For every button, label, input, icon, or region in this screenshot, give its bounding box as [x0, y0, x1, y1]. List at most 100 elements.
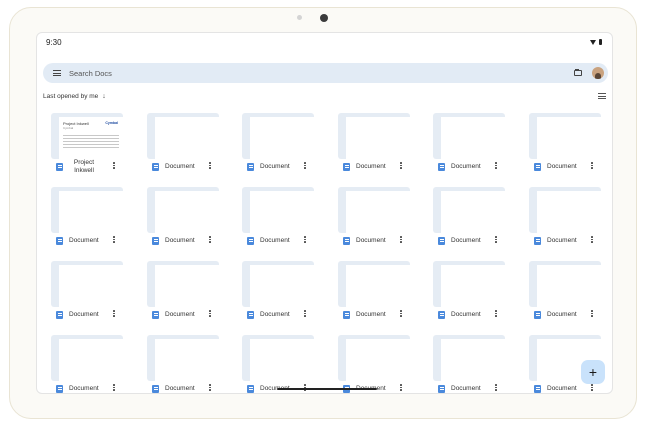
document-title: Document: [69, 311, 99, 318]
document-card[interactable]: Document: [334, 335, 414, 393]
document-title: Document: [356, 163, 386, 170]
document-title: Document: [69, 237, 99, 244]
document-thumbnail[interactable]: [147, 335, 219, 381]
more-options-icon[interactable]: [113, 236, 115, 243]
document-card[interactable]: Document: [429, 261, 509, 333]
more-options-icon[interactable]: [495, 236, 497, 243]
document-card[interactable]: Document: [525, 187, 605, 259]
more-options-icon[interactable]: [113, 162, 115, 169]
docs-file-icon: [438, 311, 445, 319]
document-card[interactable]: Document: [47, 335, 127, 393]
document-card[interactable]: Document: [238, 187, 318, 259]
document-thumbnail[interactable]: Project Inkwell Cymbal Cymbal: [51, 113, 123, 159]
more-options-icon[interactable]: [113, 310, 115, 317]
document-thumbnail[interactable]: [338, 113, 410, 159]
avatar[interactable]: [592, 67, 604, 79]
arrow-down-icon[interactable]: ↓: [102, 93, 106, 100]
document-page-preview: [441, 117, 505, 159]
document-thumbnail[interactable]: [51, 261, 123, 307]
sort-label[interactable]: Last opened by me: [43, 93, 98, 100]
document-thumbnail[interactable]: [242, 113, 314, 159]
more-options-icon[interactable]: [591, 236, 593, 243]
list-view-icon[interactable]: [598, 93, 606, 99]
document-thumbnail[interactable]: [433, 335, 505, 381]
document-thumbnail[interactable]: [433, 261, 505, 307]
document-card[interactable]: Document: [238, 113, 318, 185]
docs-file-icon: [534, 163, 541, 171]
document-thumbnail[interactable]: [51, 335, 123, 381]
document-card[interactable]: Document: [429, 113, 509, 185]
document-thumbnail[interactable]: [529, 113, 601, 159]
docs-file-icon: [152, 163, 159, 171]
more-options-icon[interactable]: [495, 310, 497, 317]
sensor-dot: [297, 15, 302, 20]
more-options-icon[interactable]: [304, 236, 306, 243]
document-thumbnail[interactable]: [147, 187, 219, 233]
docs-file-icon: [152, 237, 159, 245]
docs-file-icon: [56, 385, 63, 393]
more-options-icon[interactable]: [209, 384, 211, 391]
document-page-preview: [441, 265, 505, 307]
more-options-icon[interactable]: [591, 162, 593, 169]
document-card[interactable]: Document: [334, 261, 414, 333]
document-card[interactable]: Document: [429, 335, 509, 393]
document-card[interactable]: Document: [334, 187, 414, 259]
status-time: 9:30: [46, 38, 62, 47]
document-card[interactable]: Document: [525, 261, 605, 333]
document-thumbnail[interactable]: [147, 113, 219, 159]
document-thumbnail[interactable]: [51, 187, 123, 233]
search-input[interactable]: Search Docs: [69, 69, 574, 78]
document-card[interactable]: Document: [238, 261, 318, 333]
document-title: Document: [260, 163, 290, 170]
folder-icon[interactable]: [574, 69, 582, 76]
document-thumbnail[interactable]: [242, 335, 314, 381]
more-options-icon[interactable]: [304, 310, 306, 317]
sort-control[interactable]: Last opened by me ↓: [43, 93, 106, 100]
more-options-icon[interactable]: [400, 162, 402, 169]
new-document-button[interactable]: +: [581, 360, 605, 384]
search-bar[interactable]: Search Docs: [43, 63, 608, 83]
more-options-icon[interactable]: [591, 310, 593, 317]
home-indicator[interactable]: [277, 388, 377, 390]
more-options-icon[interactable]: [400, 384, 402, 391]
document-page-preview: [155, 265, 219, 307]
document-thumbnail[interactable]: [433, 187, 505, 233]
menu-icon[interactable]: [53, 70, 61, 76]
more-options-icon[interactable]: [209, 162, 211, 169]
document-card[interactable]: Project Inkwell Cymbal Cymbal Project Inkwe…: [47, 113, 127, 185]
docs-file-icon: [56, 311, 63, 319]
docs-file-icon: [56, 237, 63, 245]
more-options-icon[interactable]: [304, 162, 306, 169]
document-card[interactable]: Document: [143, 335, 223, 393]
docs-file-icon: [438, 385, 445, 393]
document-thumbnail[interactable]: [242, 187, 314, 233]
more-options-icon[interactable]: [591, 384, 593, 391]
document-card[interactable]: Document: [47, 261, 127, 333]
more-options-icon[interactable]: [495, 384, 497, 391]
document-card[interactable]: Document: [47, 187, 127, 259]
document-card[interactable]: Document: [143, 261, 223, 333]
more-options-icon[interactable]: [400, 310, 402, 317]
more-options-icon[interactable]: [113, 384, 115, 391]
document-card[interactable]: Document: [525, 113, 605, 185]
preview-subtitle: Cymbal: [63, 126, 74, 130]
more-options-icon[interactable]: [209, 310, 211, 317]
document-thumbnail[interactable]: [338, 335, 410, 381]
document-thumbnail[interactable]: [147, 261, 219, 307]
document-card[interactable]: Document: [429, 187, 509, 259]
document-thumbnail[interactable]: [242, 261, 314, 307]
document-card[interactable]: Document: [143, 113, 223, 185]
document-thumbnail[interactable]: [338, 187, 410, 233]
more-options-icon[interactable]: [495, 162, 497, 169]
docs-file-icon: [343, 237, 350, 245]
document-thumbnail[interactable]: [433, 113, 505, 159]
document-card[interactable]: Document: [238, 335, 318, 393]
document-card[interactable]: Document: [334, 113, 414, 185]
document-thumbnail[interactable]: [338, 261, 410, 307]
preview-logo: Cymbal: [105, 121, 118, 125]
more-options-icon[interactable]: [400, 236, 402, 243]
document-thumbnail[interactable]: [529, 261, 601, 307]
document-thumbnail[interactable]: [529, 187, 601, 233]
more-options-icon[interactable]: [209, 236, 211, 243]
document-card[interactable]: Document: [143, 187, 223, 259]
